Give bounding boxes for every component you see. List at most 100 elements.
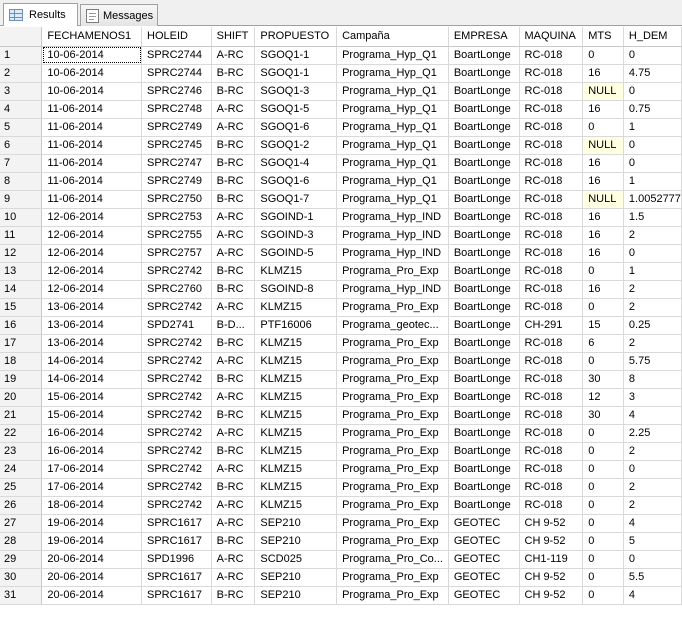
grid-cell[interactable]: 0: [582, 496, 624, 515]
grid-cell[interactable]: 1.0052777: [623, 190, 682, 209]
grid-cell[interactable]: 19-06-2014: [41, 532, 142, 551]
grid-cell[interactable]: 2: [623, 226, 682, 245]
table-row[interactable]: 27 19-06-2014 SPRC1617 A-RC SEP210 Programa_P…: [0, 514, 682, 533]
grid-cell[interactable]: 2: [623, 478, 682, 497]
tab-results[interactable]: Results: [3, 3, 78, 26]
grid-cell[interactable]: RC-018: [519, 352, 584, 371]
table-row[interactable]: 24 17-06-2014 SPRC2742 A-RC KLMZ15 Programa_P…: [0, 460, 682, 479]
row-number[interactable]: 31: [0, 586, 43, 605]
table-row[interactable]: 8 11-06-2014 SPRC2749 B-RC SGOQ1-6 Programa_H…: [0, 172, 682, 191]
grid-cell[interactable]: SPRC2742: [141, 460, 212, 479]
row-number[interactable]: 26: [0, 496, 43, 515]
grid-cell[interactable]: B-RC: [211, 64, 256, 83]
grid-cell[interactable]: Programa_Hyp_Q1: [336, 64, 449, 83]
grid-cell[interactable]: 0: [582, 262, 624, 281]
grid-cell[interactable]: B-RC: [211, 442, 256, 461]
grid-cell[interactable]: NULL: [582, 136, 624, 155]
column-header[interactable]: PROPUESTO: [254, 27, 338, 47]
row-number[interactable]: 5: [0, 118, 43, 137]
grid-cell[interactable]: 12-06-2014: [41, 244, 142, 263]
grid-cell[interactable]: SPRC2744: [141, 64, 212, 83]
grid-cell[interactable]: BoartLonge: [448, 460, 520, 479]
grid-cell[interactable]: 13-06-2014: [41, 334, 142, 353]
table-row[interactable]: 11 12-06-2014 SPRC2755 A-RC SGOIND-3 Programa…: [0, 226, 682, 245]
grid-cell[interactable]: 0: [582, 586, 624, 605]
table-row[interactable]: 26 18-06-2014 SPRC2742 A-RC KLMZ15 Programa_P…: [0, 496, 682, 515]
grid-cell[interactable]: SPRC2745: [141, 136, 212, 155]
grid-cell[interactable]: SPRC2742: [141, 424, 212, 443]
grid-cell[interactable]: A-RC: [211, 550, 256, 569]
grid-cell[interactable]: GEOTEC: [448, 550, 520, 569]
grid-cell[interactable]: SPRC2742: [141, 496, 212, 515]
grid-cell[interactable]: BoartLonge: [448, 280, 520, 299]
grid-cell[interactable]: 20-06-2014: [41, 568, 142, 587]
grid-cell[interactable]: 11-06-2014: [41, 136, 142, 155]
grid-cell[interactable]: SPRC2748: [141, 100, 212, 119]
table-row[interactable]: 30 20-06-2014 SPRC1617 A-RC SEP210 Programa_P…: [0, 568, 682, 587]
grid-cell[interactable]: 13-06-2014: [41, 316, 142, 335]
grid-cell[interactable]: CH 9-52: [519, 514, 584, 533]
grid-cell[interactable]: 12-06-2014: [41, 226, 142, 245]
table-row[interactable]: 19 14-06-2014 SPRC2742 B-RC KLMZ15 Programa_P…: [0, 370, 682, 389]
grid-cell[interactable]: RC-018: [519, 334, 584, 353]
grid-cell[interactable]: Programa_Hyp_IND: [336, 244, 449, 263]
table-row[interactable]: 3 10-06-2014 SPRC2746 B-RC SGOQ1-3 Programa_H…: [0, 82, 682, 101]
grid-cell[interactable]: Programa_Hyp_Q1: [336, 46, 449, 65]
grid-cell[interactable]: 0: [623, 136, 682, 155]
table-row[interactable]: 25 17-06-2014 SPRC2742 B-RC KLMZ15 Programa_P…: [0, 478, 682, 497]
grid-cell[interactable]: A-RC: [211, 388, 256, 407]
grid-cell[interactable]: BoartLonge: [448, 82, 520, 101]
grid-cell[interactable]: SGOIND-8: [254, 280, 338, 299]
grid-cell[interactable]: 4.75: [623, 64, 682, 83]
grid-cell[interactable]: SPRC2742: [141, 262, 212, 281]
grid-cell[interactable]: SGOQ1-5: [254, 100, 338, 119]
table-row[interactable]: 5 11-06-2014 SPRC2749 A-RC SGOQ1-6 Programa_H…: [0, 118, 682, 137]
grid-cell[interactable]: B-RC: [211, 370, 256, 389]
grid-cell[interactable]: BoartLonge: [448, 352, 520, 371]
grid-cell[interactable]: SPRC2742: [141, 370, 212, 389]
grid-cell[interactable]: Programa_Pro_Exp: [336, 496, 449, 515]
grid-cell[interactable]: 11-06-2014: [41, 172, 142, 191]
grid-cell[interactable]: BoartLonge: [448, 316, 520, 335]
grid-cell[interactable]: RC-018: [519, 64, 584, 83]
row-number[interactable]: 25: [0, 478, 43, 497]
row-number[interactable]: 23: [0, 442, 43, 461]
grid-cell[interactable]: 12: [582, 388, 624, 407]
grid-cell[interactable]: 16-06-2014: [41, 442, 142, 461]
grid-cell[interactable]: 0: [582, 118, 624, 137]
grid-cell[interactable]: KLMZ15: [254, 370, 338, 389]
grid-cell[interactable]: NULL: [582, 82, 624, 101]
grid-cell[interactable]: 14-06-2014: [41, 370, 142, 389]
grid-cell[interactable]: RC-018: [519, 424, 584, 443]
grid-cell[interactable]: 0: [582, 514, 624, 533]
column-header[interactable]: MAQUINA: [519, 27, 584, 47]
grid-cell[interactable]: RC-018: [519, 118, 584, 137]
grid-cell[interactable]: 13-06-2014: [41, 298, 142, 317]
grid-cell[interactable]: 17-06-2014: [41, 460, 142, 479]
grid-cell[interactable]: SGOQ1-7: [254, 190, 338, 209]
grid-cell[interactable]: BoartLonge: [448, 370, 520, 389]
grid-cell[interactable]: GEOTEC: [448, 532, 520, 551]
grid-cell[interactable]: SPRC2753: [141, 208, 212, 227]
table-row[interactable]: 6 11-06-2014 SPRC2745 B-RC SGOQ1-2 Programa_H…: [0, 136, 682, 155]
grid-cell[interactable]: 16: [582, 154, 624, 173]
grid-cell[interactable]: 11-06-2014: [41, 154, 142, 173]
grid-cell[interactable]: 12-06-2014: [41, 208, 142, 227]
grid-cell[interactable]: BoartLonge: [448, 334, 520, 353]
grid-cell[interactable]: Programa_Pro_Exp: [336, 370, 449, 389]
column-header[interactable]: H_DEM: [623, 27, 682, 47]
grid-cell[interactable]: RC-018: [519, 100, 584, 119]
grid-cell[interactable]: 16: [582, 244, 624, 263]
row-number[interactable]: 30: [0, 568, 43, 587]
grid-cell[interactable]: 6: [582, 334, 624, 353]
grid-cell[interactable]: SGOQ1-2: [254, 136, 338, 155]
grid-cell[interactable]: Programa_Pro_Exp: [336, 388, 449, 407]
grid-cell[interactable]: SEP210: [254, 514, 338, 533]
table-row[interactable]: 1 10-06-2014 SPRC2744 A-RC SGOQ1-1 Programa_H…: [0, 46, 682, 65]
grid-cell[interactable]: RC-018: [519, 136, 584, 155]
grid-cell[interactable]: Programa_Pro_Exp: [336, 514, 449, 533]
grid-cell[interactable]: SEP210: [254, 586, 338, 605]
grid-cell[interactable]: Programa_Hyp_IND: [336, 226, 449, 245]
grid-cell[interactable]: 4: [623, 406, 682, 425]
grid-cell[interactable]: 16: [582, 226, 624, 245]
